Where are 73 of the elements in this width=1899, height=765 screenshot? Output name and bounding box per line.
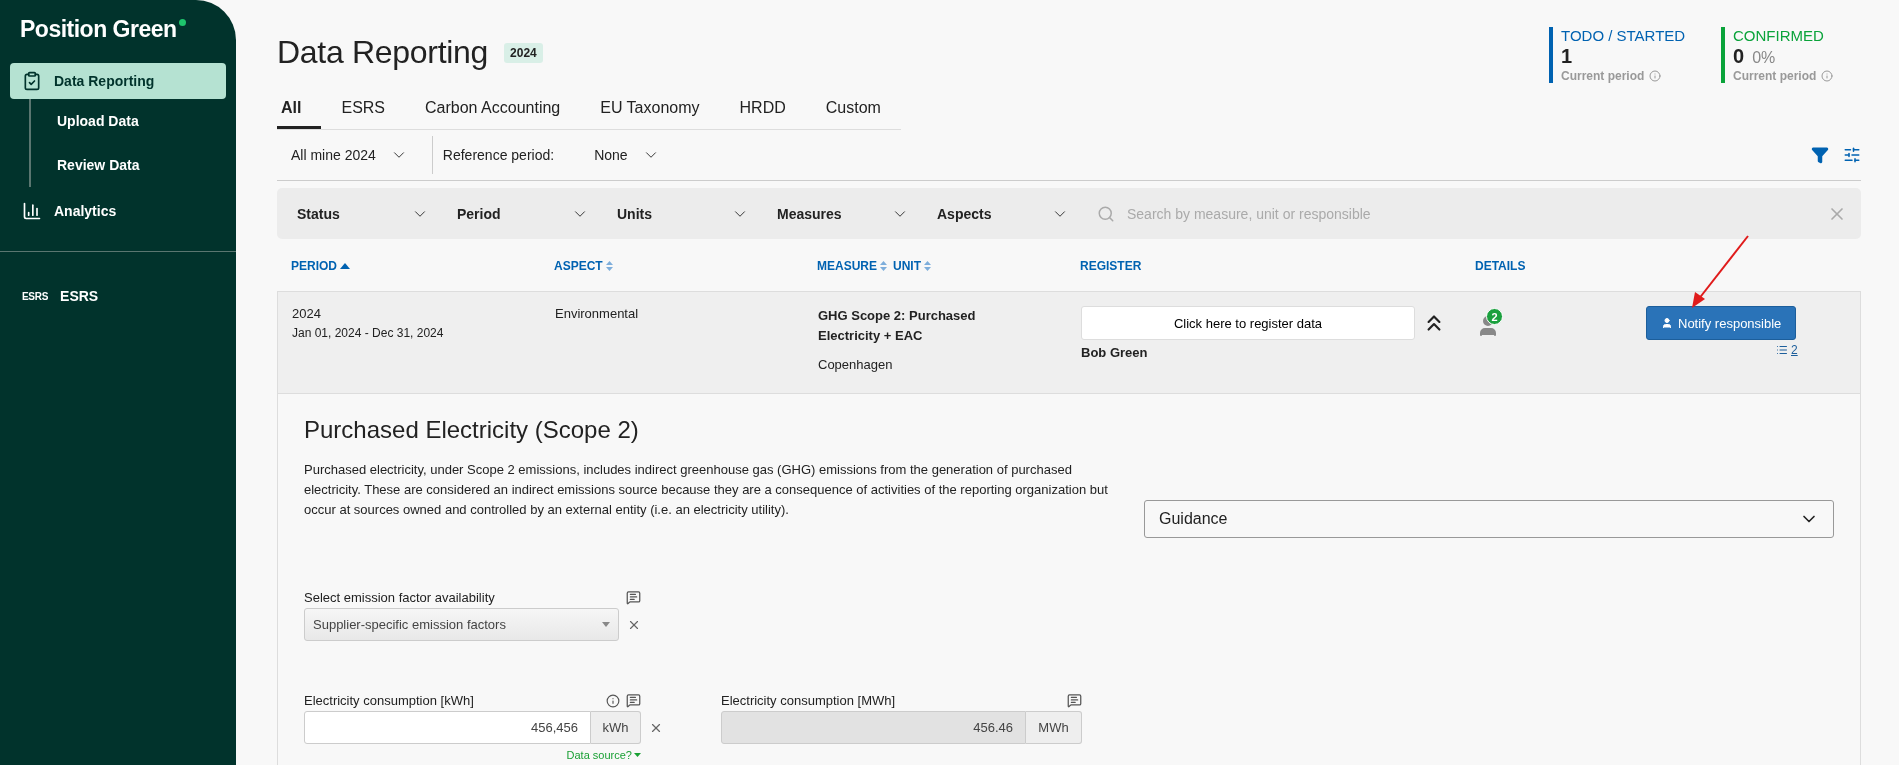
list-count-link[interactable]: 2 — [1776, 343, 1798, 357]
field-label: Electricity consumption [kWh] — [304, 693, 474, 708]
tab[interactable]: EU Taxonomy — [580, 89, 720, 129]
info-icon[interactable] — [606, 693, 620, 708]
reference-dropdown[interactable]: None — [554, 146, 674, 164]
responsible-name: Bob Green — [1081, 344, 1149, 362]
guidance-dropdown[interactable]: Guidance — [1144, 500, 1834, 538]
filter-dropdown[interactable]: Period — [457, 204, 617, 223]
column-header[interactable]: MEASURE — [817, 259, 887, 273]
column-header[interactable]: ASPECT — [554, 259, 613, 273]
sidebar-item[interactable]: Analytics — [10, 193, 226, 229]
sidebar-subitem[interactable]: Review Data — [31, 147, 226, 183]
reference-label: Reference period: — [442, 147, 555, 163]
column-header[interactable]: PERIOD — [291, 259, 350, 273]
sidebar-subitem[interactable]: Upload Data — [31, 103, 226, 139]
column-header[interactable]: REGISTER — [1080, 259, 1142, 273]
section-title: Purchased Electricity (Scope 2) — [304, 416, 640, 445]
emission-factor-select[interactable]: Supplier-specific emission factors — [304, 608, 619, 641]
stat-value: 1 — [1561, 45, 1573, 68]
tab[interactable]: ESRS — [321, 89, 406, 129]
period-dropdown[interactable]: All mine 2024 — [277, 146, 422, 164]
field-label: Select emission factor availability — [304, 590, 495, 605]
comment-icon[interactable] — [626, 693, 641, 708]
stat-label: CONFIRMED — [1733, 27, 1825, 44]
count-badge: 2 — [1486, 308, 1503, 325]
year-badge: 2024 — [504, 42, 543, 63]
stat-label: TODO / STARTED — [1561, 27, 1687, 44]
tab[interactable]: Custom — [805, 89, 901, 129]
table-row[interactable]: 2024 Jan 01, 2024 - Dec 31, 2024 Environmental GHG Scope 2: Purchased Electricity + EAC Copenhagen Click here to register data Bob Green 2 Notify responsible 2 — [277, 291, 1861, 394]
tab[interactable]: Carbon Accounting — [405, 89, 581, 129]
tab[interactable]: All — [277, 89, 322, 129]
sidebar-item[interactable]: Data Reporting — [10, 63, 226, 99]
logo-dot-icon — [178, 19, 186, 26]
period-range: Jan 01, 2024 - Dec 31, 2024 — [292, 325, 445, 341]
sort-ascending-icon[interactable] — [340, 263, 350, 269]
list-icon — [1776, 344, 1788, 356]
person-icon — [1661, 317, 1673, 329]
logo-text: Position Green — [20, 16, 177, 43]
filter-dropdown[interactable]: Aspects — [937, 204, 1097, 223]
search-icon — [1097, 204, 1115, 223]
number-input[interactable]: 456,456 — [304, 711, 591, 744]
location-text: Copenhagen — [818, 357, 894, 373]
sidebar-item[interactable]: ESRS ESRS — [10, 278, 226, 314]
stat-value: 0 — [1733, 45, 1745, 68]
sliders-icon[interactable] — [1843, 146, 1861, 164]
page-title: Data Reporting — [277, 34, 489, 71]
register-data-button[interactable]: Click here to register data — [1081, 306, 1415, 340]
measure-cell-text: GHG Scope 2: Purchased Electricity + EAC — [818, 307, 977, 345]
caret-icon — [634, 753, 641, 757]
unit-label: kWh — [591, 711, 641, 744]
bar-chart-icon — [22, 201, 42, 221]
description-text: Purchased electricity, under Scope 2 emissions, includes indirect greenhouse gas (GHG) emissions from the generation of purchased electricity. These are considered an indirect emissions source because they are a consequence of activities of the reporting organization but occur at sources owned and controlled by an external entity (i.e. an electricity utility). — [304, 461, 1109, 519]
tab[interactable]: HRDD — [719, 89, 806, 129]
search-field[interactable]: Search by measure, unit or responsible — [1125, 204, 1817, 223]
filter-icon[interactable] — [1811, 146, 1829, 164]
notify-responsible-button[interactable]: Notify responsible — [1646, 306, 1797, 340]
filter-dropdown[interactable]: Units — [617, 204, 777, 223]
field-label: Electricity consumption [MWh] — [721, 693, 896, 708]
caret-icon — [602, 622, 610, 627]
column-header[interactable]: DETAILS — [1475, 259, 1526, 273]
stat-caption: Current period — [1561, 69, 1645, 83]
comment-icon[interactable] — [1067, 693, 1082, 708]
esrs-mark: ESRS — [22, 290, 49, 302]
unit-label: MWh — [1026, 711, 1082, 744]
filter-dropdown[interactable]: Status — [297, 204, 457, 223]
filter-dropdown[interactable]: Measures — [777, 204, 937, 223]
checklist-icon — [22, 71, 42, 91]
comment-icon[interactable] — [626, 590, 641, 605]
period-cell-text: 2024 — [292, 306, 322, 322]
stat-percent: 0% — [1752, 49, 1776, 67]
stat-caption: Current period — [1733, 69, 1817, 83]
aspect-cell-text: Environmental — [555, 306, 640, 322]
column-header[interactable]: UNIT — [893, 259, 931, 273]
